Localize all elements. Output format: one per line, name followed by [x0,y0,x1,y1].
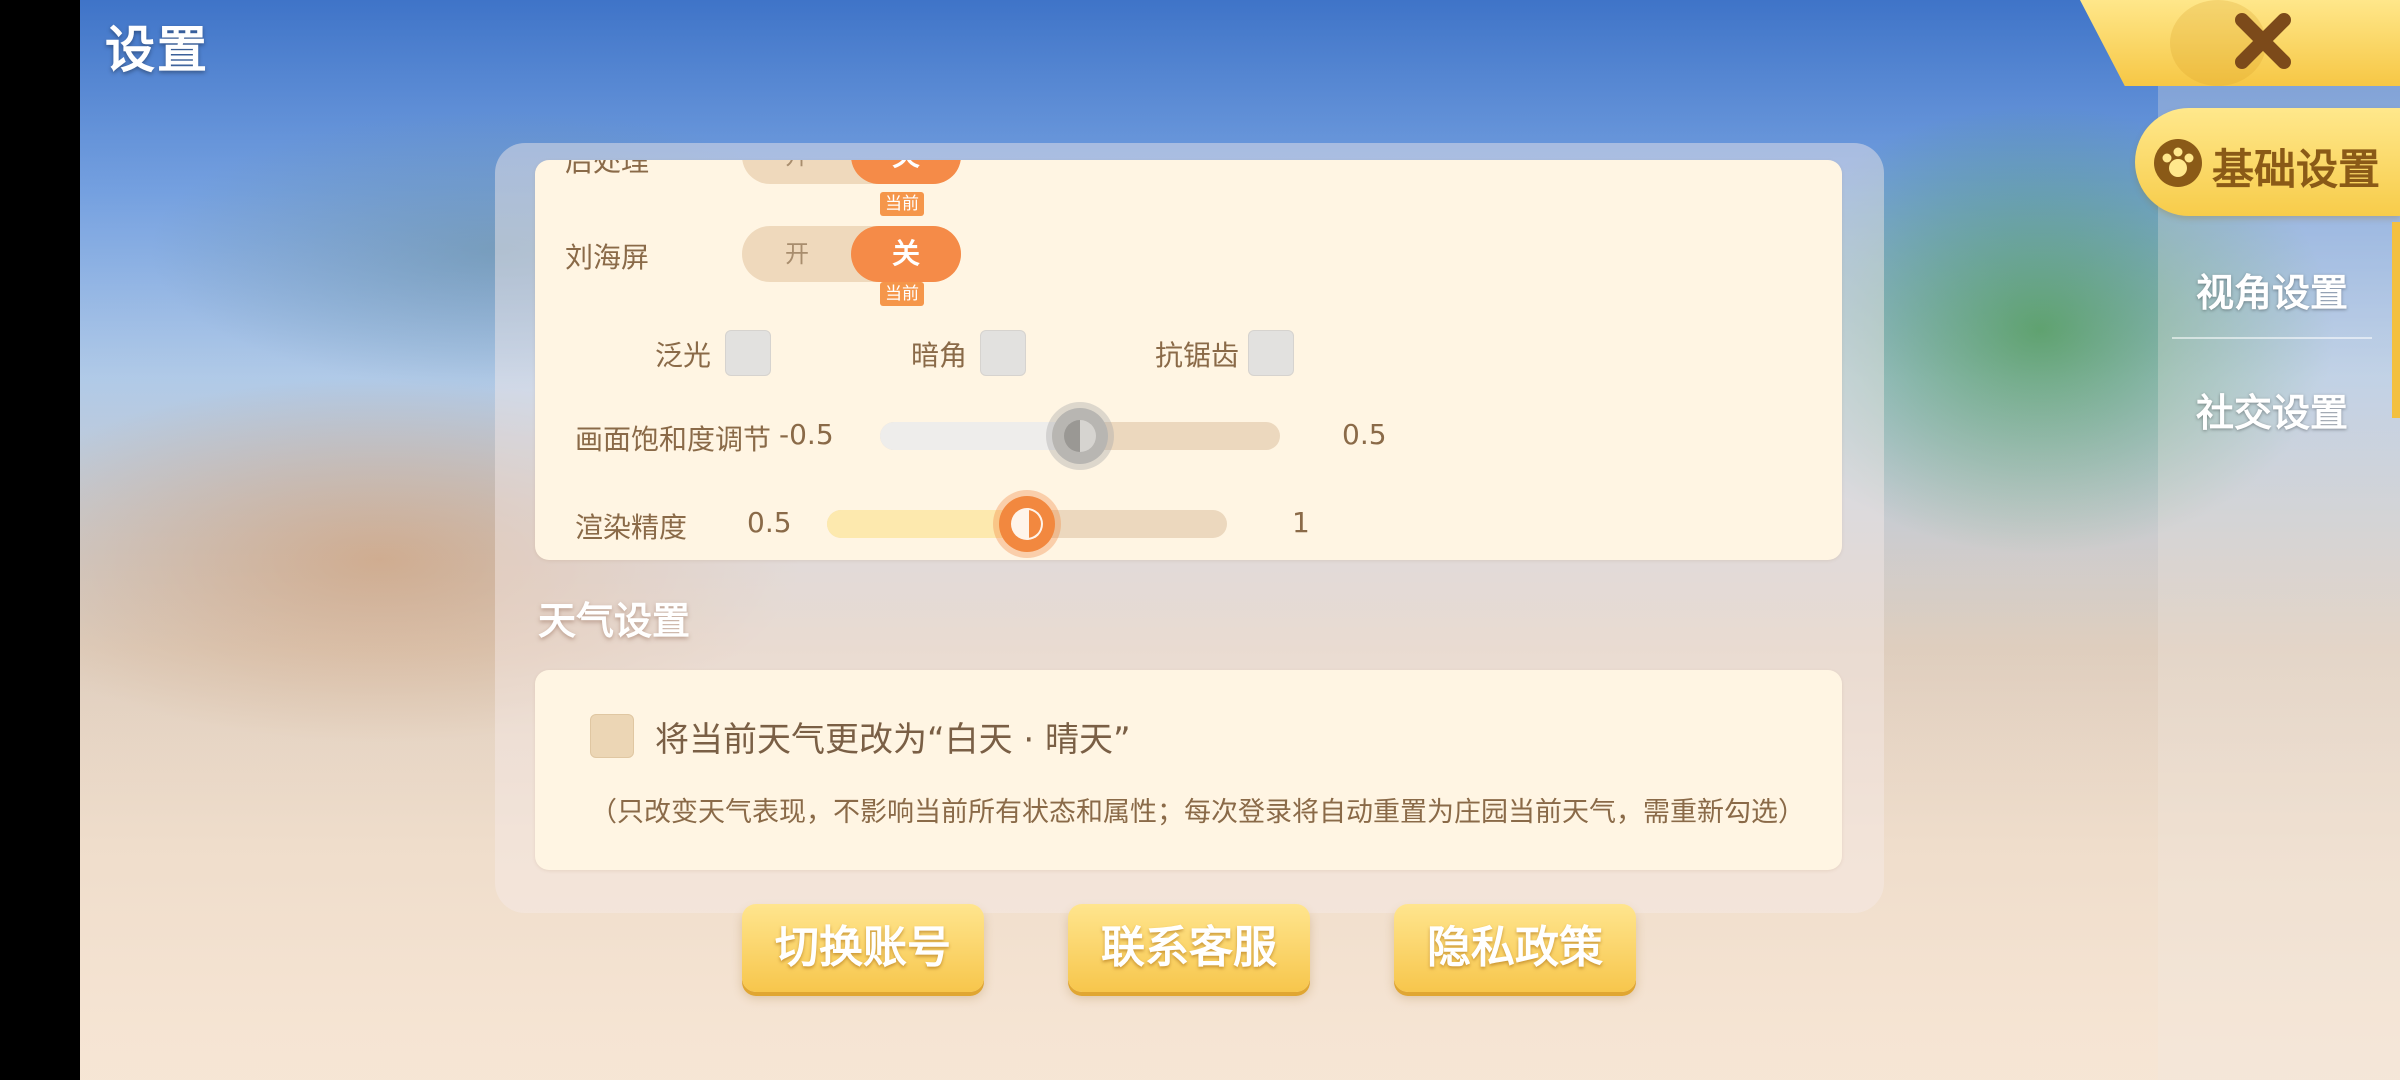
saturation-max-label: 0.5 [1342,418,1387,451]
close-icon[interactable] [2228,6,2298,76]
render-precision-label: 渲染精度 [575,511,688,544]
sidebar-item-social-settings[interactable]: 社交设置 [2172,382,2372,437]
render-precision-slider-fill [827,510,1027,538]
paw-icon [2154,139,2202,187]
render-precision-min-label: 0.5 [747,506,792,539]
bloom-checkbox[interactable] [725,330,771,376]
toggle-on-option[interactable]: 开 [742,226,852,282]
current-badge: 当前 [880,192,924,216]
switch-account-button[interactable]: 切换账号 [742,904,984,992]
toggle-off-option[interactable]: 关 [851,160,961,184]
saturation-slider-fill [880,422,1080,450]
antialiasing-label: 抗锯齿 [1155,339,1240,372]
bloom-label: 泛光 [655,339,712,372]
weather-checkbox-label[interactable]: 将当前天气更改为“白天 · 晴天” [655,712,1131,761]
sidebar-divider [2172,337,2372,339]
vignette-label: 暗角 [911,339,968,372]
toggle-off-option[interactable]: 关 [851,226,961,282]
privacy-policy-button[interactable]: 隐私政策 [1394,904,1636,992]
render-precision-max-label: 1 [1292,506,1310,539]
notch-screen-toggle[interactable]: 开 关 [742,226,961,282]
weather-checkbox[interactable] [590,714,634,758]
antialiasing-checkbox[interactable] [1248,330,1294,376]
weather-settings-card [535,670,1842,870]
post-processing-label: 后处理 [565,160,650,178]
weather-note: （只改变天气表现，不影响当前所有状态和属性；每次登录将自动重置为庄园当前天气，需… [590,797,1805,828]
weather-section-title: 天气设置 [538,599,691,643]
current-badge: 当前 [880,282,924,306]
toggle-on-option[interactable]: 开 [742,160,852,184]
page-title: 设置 [105,21,209,79]
vignette-checkbox[interactable] [980,330,1026,376]
contact-support-button[interactable]: 联系客服 [1068,904,1310,992]
render-settings-card[interactable]: 后处理 开 关 当前 刘海屏 开 关 当前 泛光 暗角 抗锯齿 画面饱和度调节 … [535,160,1842,560]
sidebar-item-label: 基础设置 [2212,145,2381,194]
saturation-slider-knob[interactable] [1052,408,1108,464]
notch-screen-label: 刘海屏 [565,241,650,274]
render-precision-slider-knob[interactable] [999,496,1055,552]
saturation-min-label: -0.5 [779,418,834,451]
sidebar-item-camera-settings[interactable]: 视角设置 [2172,262,2372,317]
post-processing-toggle[interactable]: 开 关 [742,160,961,184]
sidebar-scroll-indicator [2392,222,2400,418]
sidebar-item-basic-settings[interactable]: 基础设置 [2135,108,2400,216]
saturation-label: 画面饱和度调节 [575,423,772,456]
